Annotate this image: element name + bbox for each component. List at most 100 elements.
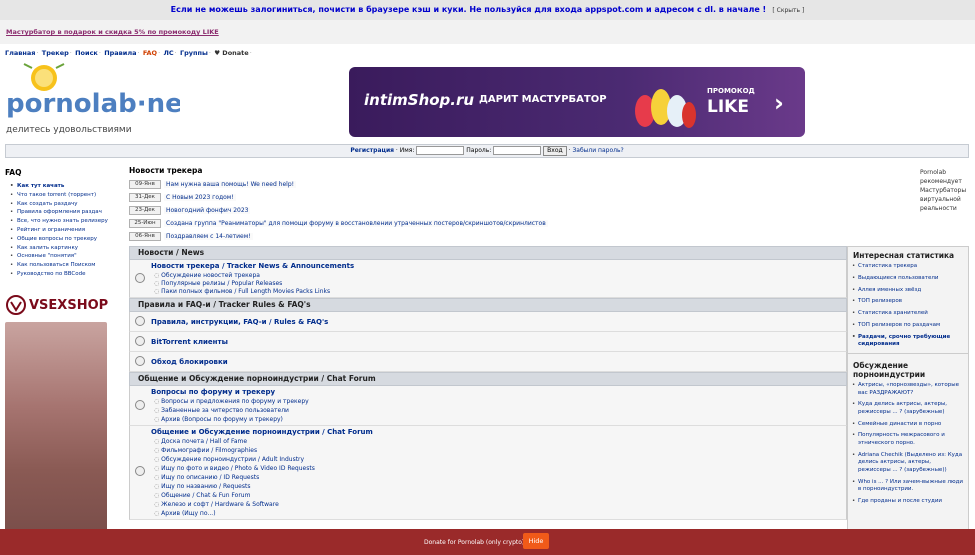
- faq-item[interactable]: Общие вопросы по трекеру: [10, 235, 115, 244]
- chevron-right-icon: ›: [774, 89, 784, 117]
- faq-item[interactable]: Рейтинг и ограничения: [10, 226, 115, 235]
- forum-status-icon: [135, 336, 145, 346]
- nav-rules[interactable]: Правила: [104, 49, 136, 57]
- login-bar: Регистрация · Имя: Пароль: Вход · Забыли…: [5, 144, 969, 158]
- hide-footer-button[interactable]: Hide: [523, 533, 549, 549]
- nav-home[interactable]: Главная: [5, 49, 35, 57]
- nav-donate[interactable]: ♥ Donate: [214, 49, 248, 57]
- forum-title[interactable]: Правила, инструкции, FAQ-и / Rules & FAQ…: [151, 318, 328, 326]
- faq-item[interactable]: Как пользоваться Поиском: [10, 261, 115, 270]
- subforum-link[interactable]: Железо и софт / Hardware & Software: [154, 501, 279, 508]
- news-date: 06-Янв: [129, 232, 161, 241]
- nav-faq[interactable]: FAQ: [143, 49, 157, 57]
- forgot-password-link[interactable]: Забыли пароль?: [572, 147, 623, 154]
- nav-tracker[interactable]: Трекер: [42, 49, 69, 57]
- discussion-item[interactable]: Популярность межрасового и этнического п…: [852, 432, 964, 447]
- promo-link[interactable]: Мастурбатор в подарок и скидка 5% по про…: [6, 28, 219, 36]
- news-item: 06-Янв Поздравляем с 14-летием!: [129, 230, 909, 243]
- discussion-item[interactable]: Adriana Chechik (Выделено из: Куда делис…: [852, 452, 964, 475]
- news-link[interactable]: С Новым 2023 годом!: [164, 194, 236, 201]
- username-input[interactable]: [416, 146, 465, 155]
- subforum-link[interactable]: Популярные релизы / Popular Releases: [154, 280, 282, 287]
- stats-item[interactable]: ТОП релизеров по раздачам: [852, 322, 964, 330]
- password-label: Пароль:: [466, 147, 492, 154]
- forum-title[interactable]: Новости трекера / Tracker News & Announc…: [151, 262, 354, 270]
- category-header[interactable]: Правила и FAQ-и / Tracker Rules & FAQ's: [129, 298, 847, 312]
- stats-item[interactable]: ТОП релизеров: [852, 298, 964, 306]
- news-link[interactable]: Новогодний фонфич 2023: [164, 207, 251, 214]
- news-date: 25-Июн: [129, 219, 161, 228]
- stats-item[interactable]: Раздачи, срочно требующие сидирования: [852, 334, 964, 349]
- faq-item[interactable]: Что такое torrent (торрент): [10, 191, 115, 200]
- recommendation-ad[interactable]: Pornolab рекомендует Мастурбаторы виртуа…: [920, 168, 972, 213]
- faq-item[interactable]: Все, что нужно знать релизеру: [10, 217, 115, 226]
- subforum-link[interactable]: Архив (Ищу по...): [154, 510, 215, 517]
- discussion-item[interactable]: Где проданы и после студии: [852, 498, 964, 506]
- subforum-link[interactable]: Общение / Chat & Fun Forum: [154, 492, 250, 499]
- stats-sidebar: Интересная статистика Статистика трекера…: [847, 246, 969, 555]
- nav-pm[interactable]: ЛС: [163, 49, 173, 57]
- forum-title[interactable]: Общение и Обсуждение порноиндустрии / Ch…: [151, 428, 373, 436]
- stats-item[interactable]: Аллея именных звёзд: [852, 287, 964, 295]
- faq-item[interactable]: Руководство по BBCode: [10, 270, 115, 279]
- banner-gift: ДАРИТ МАСТУРБАТОР: [479, 94, 607, 105]
- nav-search[interactable]: Поиск: [75, 49, 98, 57]
- faq-item[interactable]: Правила оформления раздач: [10, 208, 115, 217]
- main-nav: Главная· Трекер· Поиск· Правила· FAQ· ЛС…: [5, 49, 252, 57]
- faq-item[interactable]: Основные "понятия": [10, 252, 115, 261]
- forum-title[interactable]: Обход блокировки: [151, 358, 228, 366]
- login-button[interactable]: Вход: [543, 145, 567, 156]
- vsexshop-ad[interactable]: VSEXSHOP: [5, 294, 109, 316]
- ad-image[interactable]: [5, 322, 107, 534]
- news-link[interactable]: Поздравляем с 14-летием!: [164, 233, 253, 240]
- discussion-item[interactable]: Who is ... ? Или зачем-выжные люди в пор…: [852, 479, 964, 494]
- discussion-item[interactable]: Актрисы, «порнозвезды», которые вас РАЗД…: [852, 382, 964, 397]
- forum-row: BitTorrent клиенты: [129, 332, 847, 352]
- forum-status-icon: [135, 273, 145, 283]
- news-link[interactable]: Нам нужна ваша помощь! We need help!: [164, 181, 297, 188]
- banner-promocode: LIKE: [707, 97, 749, 117]
- faq-item[interactable]: Как тут качать: [10, 182, 115, 191]
- news-date: 23-Дек: [129, 206, 161, 215]
- subforum-link[interactable]: Паки полных фильмов / Full Length Movies…: [154, 288, 330, 295]
- ad-banner[interactable]: intimShop.ru ДАРИТ МАСТУРБАТОР ПРОМОКОД …: [349, 67, 805, 137]
- subforum-link[interactable]: Обсуждение новостей трекера: [154, 272, 260, 279]
- subforum-link[interactable]: Ищу по фото и видео / Photo & Video ID R…: [154, 465, 315, 472]
- name-label: Имя:: [399, 147, 415, 154]
- forum-list: Новости / News Новости трекера / Tracker…: [129, 246, 847, 520]
- nav-groups[interactable]: Группы: [180, 49, 208, 57]
- logo-name: pornolab·net: [6, 89, 180, 119]
- hide-warning-link[interactable]: [ Скрыть ]: [772, 7, 804, 14]
- discussion-item[interactable]: Семейные династии в порно: [852, 421, 964, 429]
- faq-title: FAQ: [5, 168, 22, 177]
- subforum-link[interactable]: Архив (Вопросы по форуму и трекеру): [154, 416, 283, 423]
- logo-graphic: pornolab·net делитесь удовольствиями: [6, 63, 195, 135]
- forum-status-icon: [135, 356, 145, 366]
- subforum-link[interactable]: Доска почета / Hall of Fame: [154, 438, 247, 445]
- subforum-link[interactable]: Вопросы и предложения по форуму и трекер…: [154, 398, 309, 405]
- subforum-link[interactable]: Фильмографии / Filmographies: [154, 447, 257, 454]
- forum-title[interactable]: BitTorrent клиенты: [151, 338, 228, 346]
- faq-item[interactable]: Как залить картинку: [10, 244, 115, 253]
- password-input[interactable]: [493, 146, 542, 155]
- stats-item[interactable]: Статистика хранителей: [852, 310, 964, 318]
- forum-row: Новости трекера / Tracker News & Announc…: [129, 260, 847, 298]
- category-header[interactable]: Общение и Обсуждение порноиндустрии / Ch…: [129, 372, 847, 386]
- discussion-item[interactable]: Куда делись актрисы, актеры, режиссеры .…: [852, 401, 964, 416]
- donate-footer-link[interactable]: Donate for Pornolab (only crypto): [424, 539, 524, 546]
- category-header[interactable]: Новости / News: [129, 246, 847, 260]
- vsexshop-name: VSEXSHOP: [29, 298, 109, 313]
- forum-row: Вопросы по форуму и трекеру Вопросы и пр…: [129, 386, 847, 426]
- subforum-link[interactable]: Ищу по описанию / ID Requests: [154, 474, 259, 481]
- stats-item[interactable]: Выдающиеся пользователи: [852, 275, 964, 283]
- subforum-link[interactable]: Ищу по названию / Requests: [154, 483, 250, 490]
- logo-tagline: делитесь удовольствиями: [6, 125, 132, 135]
- subforum-link[interactable]: Обсуждение порноиндустрии / Adult Indust…: [154, 456, 304, 463]
- subforum-link[interactable]: Забаненные за читерство пользователи: [154, 407, 289, 414]
- site-logo[interactable]: pornolab·net делитесь удовольствиями: [4, 62, 195, 138]
- news-link[interactable]: Создана группа "Реаниматоры" для помощи …: [164, 220, 548, 227]
- faq-item[interactable]: Как создать раздачу: [10, 200, 115, 209]
- register-link[interactable]: Регистрация: [350, 147, 394, 154]
- stats-item[interactable]: Статистика трекера: [852, 263, 964, 271]
- forum-title[interactable]: Вопросы по форуму и трекеру: [151, 388, 275, 396]
